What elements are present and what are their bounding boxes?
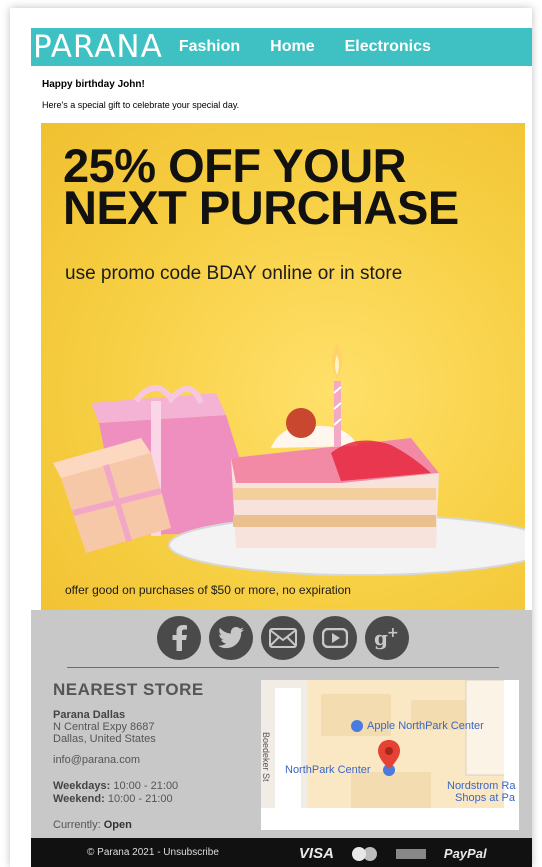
promo-banner[interactable]: 25% OFF YOUR NEXT PURCHASE use promo cod…	[41, 123, 525, 610]
youtube-icon[interactable]	[313, 616, 357, 660]
twitter-icon[interactable]	[209, 616, 253, 660]
store-status: Currently: Open	[53, 819, 253, 831]
store-hours: Weekdays: 10:00 - 21:00 Weekend: 10:00 -…	[53, 780, 253, 806]
weekend-label: Weekend:	[53, 793, 105, 805]
map-label-street: Boedeker St	[261, 732, 271, 782]
promo-code-text: use promo code BDAY online or in store	[65, 263, 403, 284]
brand-logo[interactable]: PARANA	[33, 28, 163, 66]
store-footer: g + NEAREST STORE Parana Dallas N Central…	[31, 610, 532, 846]
copyright-unsubscribe-link[interactable]: © Parana 2021 - Unsubscribe	[87, 847, 219, 858]
map-label-nordstrom: Nordstrom Ra	[447, 780, 516, 792]
mastercard-icon	[351, 847, 378, 861]
nav-links: Fashion Home Electronics	[179, 38, 461, 56]
store-address-line2: Dallas, United States	[53, 733, 156, 745]
store-address-line1: N Central Expy 8687	[53, 721, 155, 733]
footer-divider	[67, 667, 499, 668]
nav-link-electronics[interactable]: Electronics	[345, 38, 431, 56]
email-page: PARANA Fashion Home Electronics Happy bi…	[10, 8, 532, 867]
status-value: Open	[103, 819, 132, 831]
map-label-apple: Apple NorthPark Center	[367, 720, 484, 732]
greeting-subtext: Here's a special gift to celebrate your …	[42, 100, 240, 110]
store-name: Parana Dallas	[53, 709, 126, 721]
weekdays-hours: 10:00 - 21:00	[113, 780, 179, 792]
mail-icon[interactable]	[261, 616, 305, 660]
birthday-cake-image	[53, 343, 525, 576]
svg-text:g: g	[374, 626, 388, 650]
social-links: g +	[31, 616, 532, 660]
nav-link-fashion[interactable]: Fashion	[179, 38, 240, 56]
footer-bar: © Parana 2021 - Unsubscribe VISA PayPal	[31, 838, 532, 867]
nav-link-home[interactable]: Home	[270, 38, 314, 56]
paypal-icon: PayPal	[443, 846, 487, 861]
promo-fine-print: offer good on purchases of $50 or more, …	[65, 583, 351, 597]
greeting: Happy birthday John!	[42, 79, 145, 90]
email-body: PARANA Fashion Home Electronics Happy bi…	[31, 28, 532, 846]
amex-icon	[395, 849, 426, 859]
store-map[interactable]: Boedeker St Apple NorthPark Center North…	[261, 680, 519, 830]
visa-icon: VISA	[298, 845, 334, 862]
weekend-hours: 10:00 - 21:00	[107, 793, 173, 805]
store-info: NEAREST STORE Parana Dallas N Central Ex…	[53, 680, 253, 831]
promo-title-line2: NEXT PURCHASE	[63, 181, 459, 234]
promo-title: 25% OFF YOUR NEXT PURCHASE	[63, 142, 459, 234]
payment-icons: VISA PayPal	[298, 845, 487, 862]
map-graphic	[261, 680, 519, 830]
facebook-icon[interactable]	[157, 616, 201, 660]
google-plus-icon[interactable]: g +	[365, 616, 409, 660]
map-label-shops: Shops at Pa	[455, 792, 515, 804]
weekdays-label: Weekdays:	[53, 780, 111, 792]
store-email-link[interactable]: info@parana.com	[53, 754, 253, 766]
map-label-northpark: NorthPark Center	[285, 764, 371, 776]
status-label: Currently:	[53, 819, 101, 831]
top-nav: PARANA Fashion Home Electronics	[31, 28, 532, 66]
nearest-store-heading: NEAREST STORE	[53, 680, 204, 699]
svg-text:+: +	[387, 625, 399, 641]
